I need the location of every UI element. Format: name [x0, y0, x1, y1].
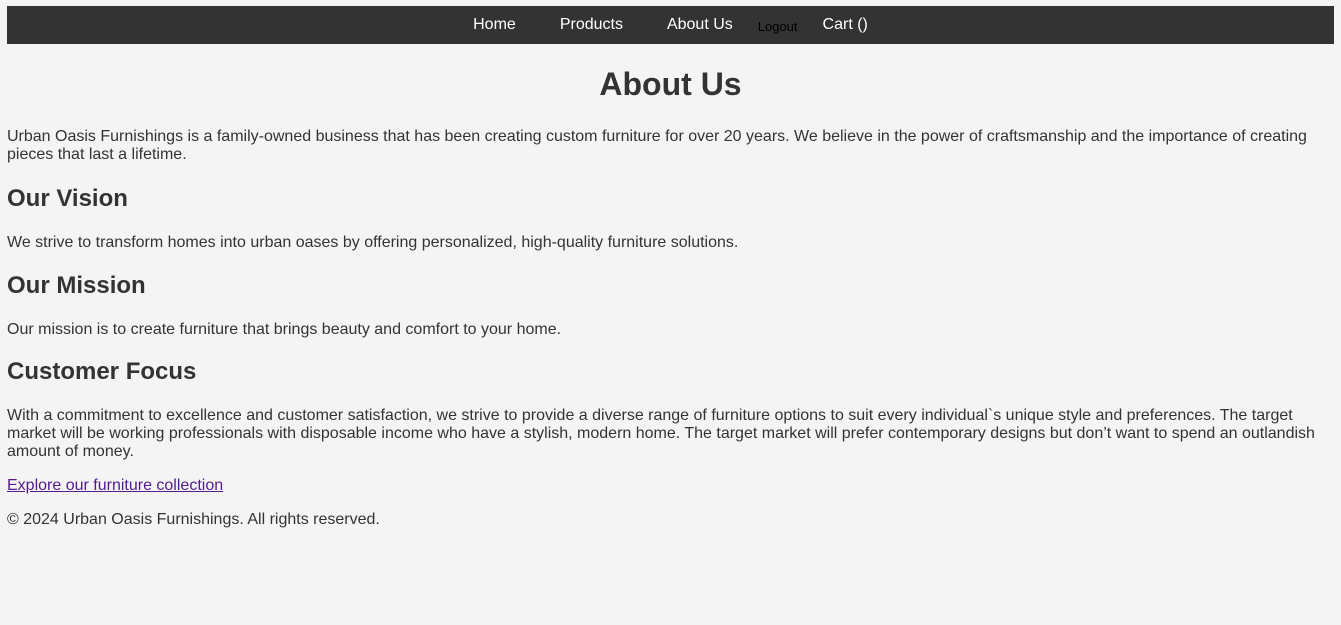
nav-cart-link[interactable]: Cart () — [823, 6, 868, 44]
section-text-mission: Our mission is to create furniture that … — [7, 321, 562, 338]
explore-collection-link[interactable]: Explore our furniture collection — [7, 477, 1334, 495]
section-heading-vision: Our Vision — [7, 185, 128, 212]
logout-button[interactable]: Logout — [758, 8, 798, 46]
nav-home-link[interactable]: Home — [473, 6, 516, 44]
vision-section: Our Vision We strive to transform homes … — [7, 185, 1334, 252]
top-navbar: Home Products About Us Logout Cart () — [7, 6, 1334, 44]
section-text-customer-focus: With a commitment to excellence and cust… — [7, 407, 1315, 460]
nav-products-link[interactable]: Products — [560, 6, 623, 44]
page-title: About Us — [599, 66, 742, 102]
mission-section: Our Mission Our mission is to create fur… — [7, 272, 1334, 339]
section-heading-mission: Our Mission — [7, 272, 146, 299]
main-content: About Us Urban Oasis Furnishings is a fa… — [7, 44, 1334, 529]
nav-about-link[interactable]: About Us — [667, 6, 733, 44]
customer-focus-section: Customer Focus With a commitment to exce… — [7, 358, 1334, 461]
section-heading-customer-focus: Customer Focus — [7, 358, 197, 385]
section-text-vision: We strive to transform homes into urban … — [7, 234, 739, 251]
footer-copyright: © 2024 Urban Oasis Furnishings. All righ… — [7, 511, 380, 528]
intro-paragraph: Urban Oasis Furnishings is a family-owne… — [7, 128, 1307, 163]
